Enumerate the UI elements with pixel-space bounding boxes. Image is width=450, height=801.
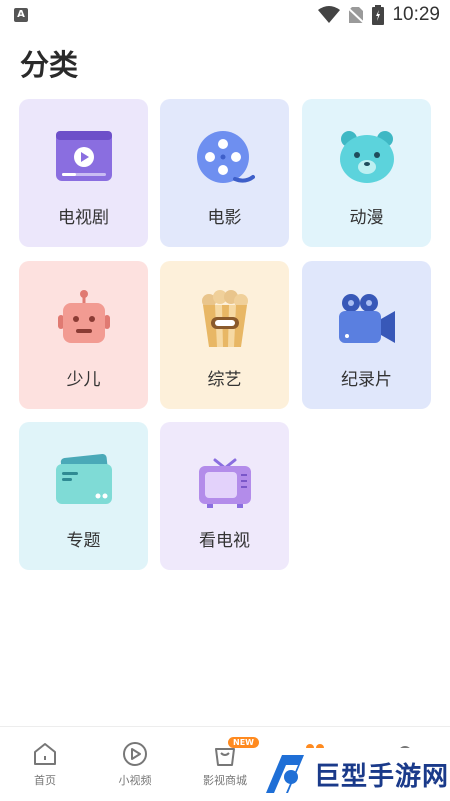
category-kids[interactable]: 少儿 <box>19 261 148 409</box>
category-label: 少儿 <box>66 370 101 390</box>
category-topics[interactable]: 专题 <box>19 422 148 570</box>
bear-face-icon <box>339 131 394 183</box>
popcorn-icon <box>201 290 248 347</box>
home-icon <box>34 743 56 765</box>
watermark-logo: 巨型手游网 <box>262 748 450 800</box>
wifi-icon <box>318 6 341 23</box>
clock: 10:29 <box>392 4 440 25</box>
watermark-text: 巨型手游网 <box>314 761 450 792</box>
category-anime[interactable]: 动漫 <box>302 99 431 247</box>
status-bar: A 10:29 <box>0 0 450 30</box>
nav-label: 小视频 <box>118 774 152 787</box>
tv-series-icon <box>55 131 112 181</box>
category-label: 综艺 <box>207 370 242 390</box>
camera-icon <box>338 294 395 343</box>
category-label: 纪录片 <box>341 370 392 390</box>
category-label: 专题 <box>66 531 101 551</box>
nav-label: 首页 <box>34 774 56 787</box>
film-reel-icon <box>196 131 255 183</box>
category-live-tv[interactable]: 看电视 <box>160 422 289 570</box>
nav-shop[interactable]: NEW 影视商城 <box>180 737 270 788</box>
robot-icon <box>57 290 110 343</box>
category-label: 动漫 <box>349 208 384 228</box>
nav-label: 影视商城 <box>203 774 247 787</box>
new-badge: NEW <box>228 737 259 748</box>
nav-home[interactable]: 首页 <box>0 739 90 788</box>
nav-short-video[interactable]: 小视频 <box>90 739 180 788</box>
category-variety[interactable]: 综艺 <box>160 261 289 409</box>
category-movie[interactable]: 电影 <box>160 99 289 247</box>
no-sim-icon <box>348 7 365 24</box>
battery-icon <box>372 5 385 25</box>
category-label: 电影 <box>207 208 242 228</box>
category-tv-series[interactable]: 电视剧 <box>19 99 148 247</box>
play-circle-icon <box>123 742 147 766</box>
watermark-emblem-icon <box>266 755 304 793</box>
category-label: 看电视 <box>199 531 250 551</box>
category-documentary[interactable]: 纪录片 <box>302 261 431 409</box>
folder-cards-icon <box>55 453 112 504</box>
category-label: 电视剧 <box>58 208 109 228</box>
retro-tv-icon <box>198 458 251 508</box>
page-title: 分类 <box>20 48 79 82</box>
app-notification-icon: A <box>14 8 28 22</box>
